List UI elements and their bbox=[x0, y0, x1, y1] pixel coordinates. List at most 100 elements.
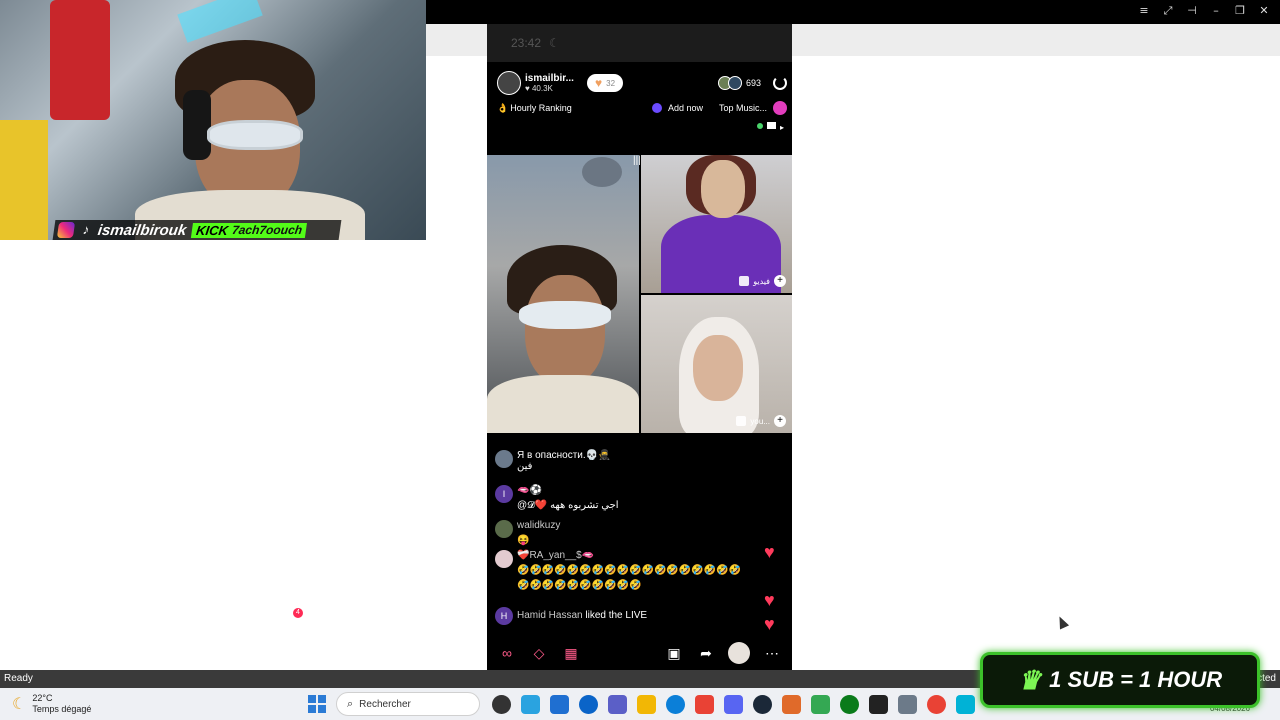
viewer-avatar bbox=[727, 76, 742, 90]
search-box[interactable]: ⌕ Rechercher bbox=[336, 692, 480, 716]
gift-icon[interactable] bbox=[773, 101, 787, 115]
match-icon[interactable]: ◇ bbox=[529, 643, 549, 663]
ranking-icon: 👌 bbox=[497, 102, 509, 113]
top-music-label[interactable]: Top Music... bbox=[719, 103, 767, 113]
outlook-icon[interactable] bbox=[579, 694, 598, 714]
dot-icon bbox=[757, 122, 763, 129]
chrome-icon[interactable] bbox=[695, 694, 714, 714]
chat-text-line2: 😝 bbox=[517, 535, 530, 546]
headset bbox=[183, 90, 211, 160]
chat-text-line2: @𝓓❤️ اجي تشربوه ههه bbox=[517, 500, 619, 511]
film-icon[interactable]: ▣ bbox=[664, 643, 684, 663]
chrome-icon[interactable] bbox=[927, 694, 946, 714]
edge-icon[interactable] bbox=[666, 694, 685, 714]
weather-desc: Temps dégagé bbox=[32, 704, 92, 714]
chat-avatar bbox=[495, 550, 513, 568]
screen: ≡ ⤢ ⊣ – ❐ ✕ ♪ ismailbirouk KICK 7ach7oou… bbox=[0, 0, 1280, 720]
chat-text-line2: فين bbox=[517, 461, 533, 472]
host-avatar[interactable] bbox=[497, 71, 521, 95]
discord-icon[interactable] bbox=[724, 694, 743, 714]
streamer bbox=[135, 40, 365, 240]
chat-avatar: H bbox=[495, 607, 513, 625]
follow-button[interactable]: ♥ 32 bbox=[587, 74, 624, 92]
telegram-icon[interactable] bbox=[521, 694, 540, 714]
link-icon[interactable]: ∞ bbox=[497, 643, 517, 663]
obs-icon[interactable] bbox=[782, 694, 801, 714]
chat-text: Я в опасности.💀🥷 bbox=[517, 450, 611, 461]
guest-face bbox=[701, 160, 745, 218]
neon-light bbox=[177, 0, 263, 43]
gift-avatar[interactable] bbox=[728, 642, 750, 664]
chat-message: H Hamid Hassan liked the LIVE bbox=[495, 607, 647, 625]
viewer-group[interactable]: 693 bbox=[717, 76, 761, 90]
add-guest-icon[interactable]: + bbox=[774, 275, 786, 287]
chat-username[interactable]: Hamid Hassan bbox=[517, 610, 583, 621]
chat-message: I 🫦⚽ @𝓓❤️ اجي تشربوه ههه bbox=[495, 485, 619, 511]
store-icon[interactable] bbox=[550, 694, 569, 714]
app-icon[interactable] bbox=[869, 694, 888, 714]
list-icon[interactable]: ≡ bbox=[1138, 4, 1150, 18]
camera-toggle[interactable]: ▸ bbox=[757, 122, 786, 132]
chat-emoji-line: 🤣🤣🤣🤣🤣🤣🤣🤣🤣🤣🤣🤣🤣🤣🤣🤣🤣🤣 bbox=[517, 565, 742, 576]
webcam-overlay: ♪ ismailbirouk KICK 7ach7oouch bbox=[0, 0, 426, 240]
expand-icon[interactable]: ⤢ bbox=[1162, 4, 1174, 18]
notification-badge: 4 bbox=[293, 608, 303, 618]
maximize-button[interactable]: ❐ bbox=[1234, 4, 1246, 18]
speaker-icon bbox=[736, 416, 747, 426]
window-controls: ≡ ⤢ ⊣ – ❐ ✕ bbox=[1138, 4, 1270, 18]
share-icon[interactable]: ➦ bbox=[696, 643, 716, 663]
close-button[interactable]: ✕ bbox=[1258, 4, 1270, 18]
phone-screen: 23:42 ☾ ismailbir... ♥ 40.3K ♥ 32 693 👌 … bbox=[487, 24, 792, 670]
instagram-icon bbox=[56, 222, 76, 238]
steam-icon[interactable] bbox=[753, 694, 772, 714]
chat-username[interactable]: walidkuzy bbox=[517, 520, 560, 531]
window-titlebar: ≡ ⤢ ⊣ – ❐ ✕ bbox=[426, 0, 1280, 24]
search-icon: ⌕ bbox=[347, 697, 354, 710]
settings-icon[interactable] bbox=[898, 694, 917, 714]
background-jersey bbox=[50, 0, 110, 120]
host-info[interactable]: ismailbir... ♥ 40.3K bbox=[525, 73, 579, 93]
minimize-button[interactable]: – bbox=[1210, 4, 1222, 18]
chat-avatar bbox=[495, 450, 513, 468]
meta-row: 👌 Hourly Ranking Add now Top Music... bbox=[497, 100, 787, 116]
chat-avatar: I bbox=[495, 485, 513, 503]
host-likes-value: 40.3K bbox=[531, 84, 553, 93]
weather-widget[interactable]: ☾ 22°C Temps dégagé bbox=[0, 693, 300, 715]
kick-label: KICK bbox=[195, 222, 230, 238]
hourly-ranking[interactable]: Hourly Ranking bbox=[510, 103, 572, 113]
viewer-count: 693 bbox=[745, 78, 761, 88]
sub-promo-banner: ♛ 1 SUB = 1 HOUR bbox=[980, 652, 1260, 708]
speaker-icon bbox=[739, 276, 750, 286]
taskbar-icons bbox=[492, 694, 975, 714]
start-button[interactable] bbox=[308, 695, 326, 713]
grid-icon[interactable]: ▦ bbox=[561, 643, 581, 663]
teams-icon[interactable] bbox=[608, 694, 627, 714]
add-now-button[interactable]: Add now bbox=[651, 103, 703, 113]
kick-badge: KICK 7ach7oouch bbox=[191, 222, 308, 238]
app-icon[interactable] bbox=[956, 694, 975, 714]
files-icon[interactable] bbox=[637, 694, 656, 714]
more-icon[interactable]: ⋯ bbox=[762, 643, 782, 663]
kick-handle: 7ach7oouch bbox=[231, 222, 304, 237]
floating-heart-icon: ♥ bbox=[764, 542, 775, 562]
chrome-icon[interactable] bbox=[811, 694, 830, 714]
wall-fan bbox=[582, 157, 622, 187]
task-view-icon[interactable] bbox=[492, 694, 511, 714]
pin-icon[interactable]: ⊣ bbox=[1186, 4, 1198, 18]
chat-username[interactable]: ❤️‍🩹RA_yan__$🫦 bbox=[517, 550, 741, 561]
chat-emoji-line: 🤣🤣🤣🤣🤣🤣🤣🤣🤣🤣 bbox=[517, 580, 642, 591]
crown-icon: ♛ bbox=[1017, 664, 1042, 695]
add-icon bbox=[651, 103, 662, 113]
tile-host[interactable] bbox=[487, 155, 639, 433]
floating-heart-icon: ♥ bbox=[764, 614, 775, 634]
tile-guest-1[interactable]: فيديو + bbox=[641, 155, 792, 293]
tile-guest-2[interactable]: you... + bbox=[641, 295, 792, 433]
chevron-right-icon: ▸ bbox=[780, 122, 785, 132]
sunglasses bbox=[207, 120, 303, 150]
terminal-icon[interactable] bbox=[840, 694, 859, 714]
add-guest-icon[interactable]: + bbox=[774, 415, 786, 427]
phone-statusbar: 23:42 ☾ bbox=[487, 24, 792, 62]
power-icon[interactable] bbox=[773, 76, 787, 90]
camera-icon bbox=[767, 122, 776, 129]
chat-avatar bbox=[495, 520, 513, 538]
